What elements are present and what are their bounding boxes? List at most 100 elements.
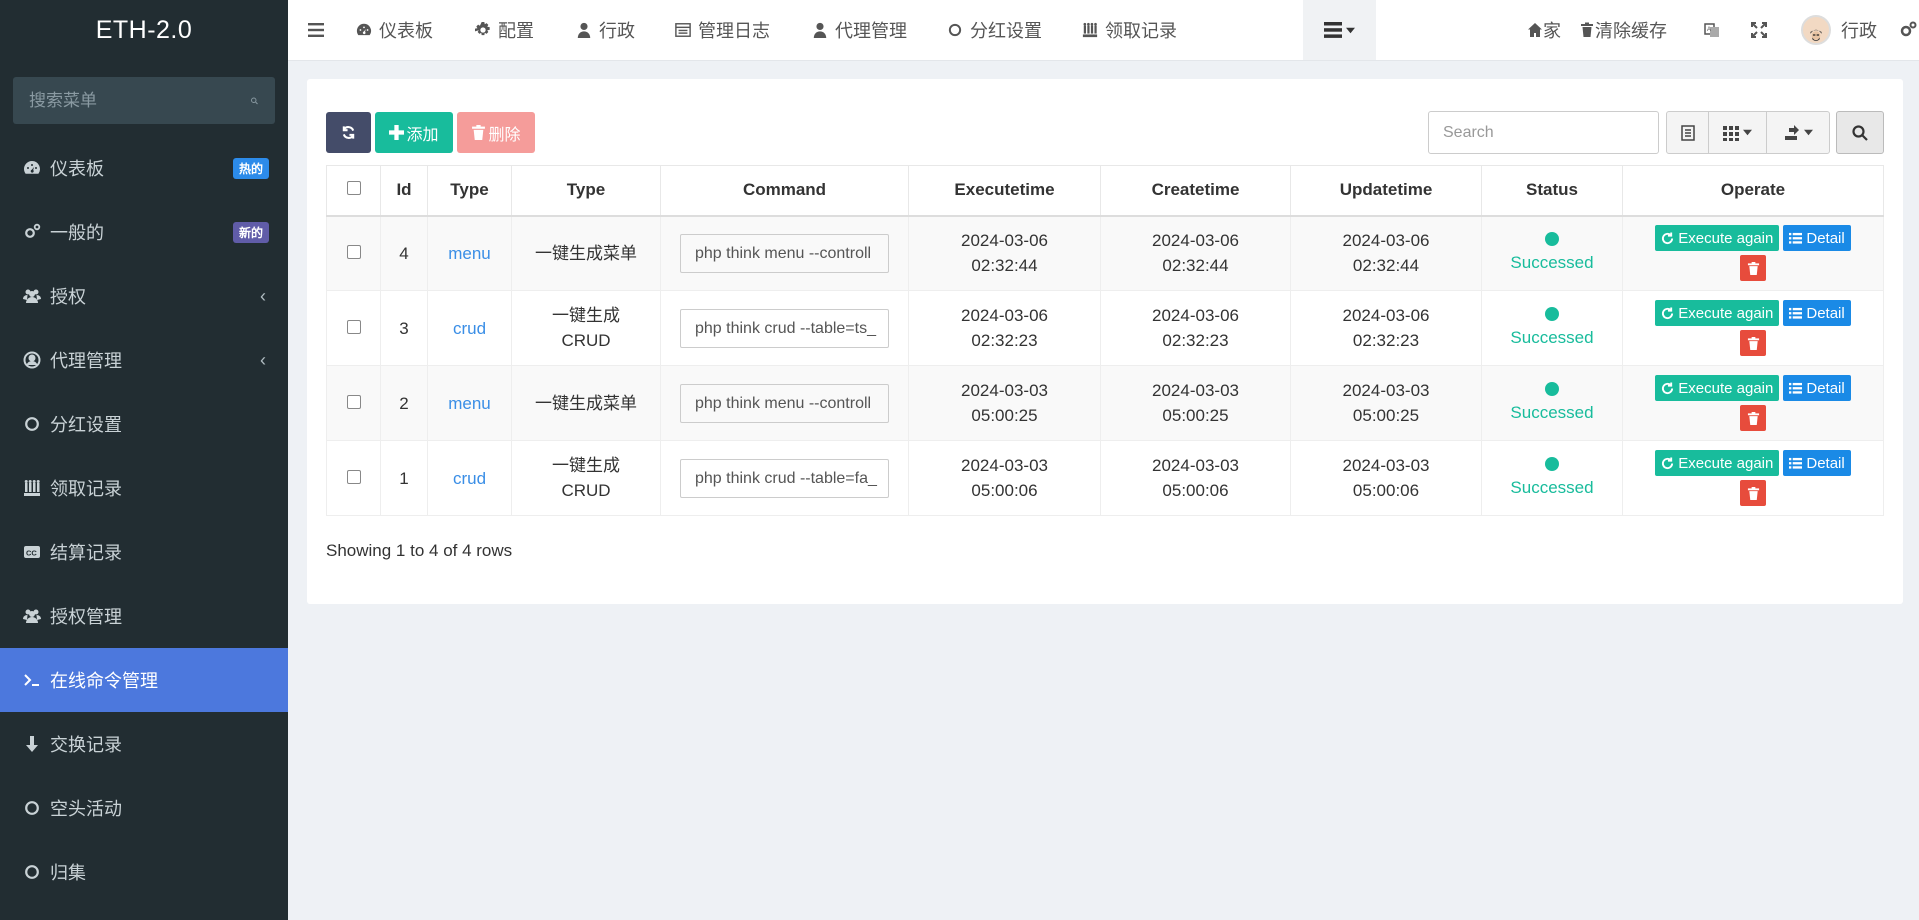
language-switch[interactable]: A	[1704, 0, 1720, 60]
topnav-item-5[interactable]: 分红设置	[947, 0, 1042, 60]
trash-icon	[1747, 486, 1760, 500]
col-createtime[interactable]: Createtime	[1100, 165, 1291, 217]
col-executetime[interactable]: Executetime	[908, 165, 1101, 217]
row-type-link[interactable]: crud	[453, 469, 486, 488]
sidebar-item-5[interactable]: 领取记录	[0, 456, 288, 520]
row-id: 1	[380, 440, 428, 516]
list-icon	[1789, 457, 1806, 470]
row-checkbox[interactable]	[346, 394, 361, 409]
sidebar-item-label: 交换记录	[50, 735, 122, 755]
sidebar-item-2[interactable]: 授权 ‹	[0, 264, 288, 328]
sidebar-item-3[interactable]: 代理管理 ‹	[0, 328, 288, 392]
row-delete-button[interactable]	[1740, 255, 1766, 282]
row-checkbox[interactable]	[346, 319, 361, 334]
more-nav-dropdown[interactable]	[1303, 0, 1376, 60]
row-type-link[interactable]: menu	[448, 244, 491, 263]
topnav-item-4[interactable]: 代理管理	[812, 0, 907, 60]
topnav-item-2[interactable]: 行政	[576, 0, 635, 60]
row-type-cell: crud	[427, 440, 512, 516]
table-row[interactable]: 2 menu 一键生成菜单 php think menu --controll 2024…	[326, 365, 1884, 441]
detail-button[interactable]: Detail	[1783, 375, 1851, 401]
row-command-field[interactable]: php think crud --table=fa_	[680, 458, 889, 498]
execute-again-button[interactable]: Execute again	[1655, 300, 1780, 326]
refresh-button[interactable]	[326, 112, 371, 153]
row-type-name: 一键生成菜单	[511, 215, 661, 291]
sidebar-item-0[interactable]: 仪表板 热的	[0, 136, 288, 200]
col-type[interactable]: Type	[427, 165, 512, 217]
sidebar-item-4[interactable]: 分红设置	[0, 392, 288, 456]
col-status[interactable]: Status	[1481, 165, 1623, 217]
sidebar-item-1[interactable]: 一般的 新的	[0, 200, 288, 264]
execute-again-button[interactable]: Execute again	[1655, 225, 1780, 252]
plus-icon	[389, 125, 405, 140]
row-checkbox[interactable]	[346, 469, 361, 484]
row-createtime: 2024-03-06 02:32:23	[1100, 290, 1291, 366]
col-type-name[interactable]: Type	[511, 165, 661, 217]
brand-logo[interactable]: ETH-2.0	[0, 0, 288, 60]
row-command-field[interactable]: php think crud --table=ts_	[680, 308, 889, 348]
execute-again-label: Execute again	[1678, 379, 1774, 397]
group-icon	[22, 478, 42, 498]
topnav-item-6[interactable]: 领取记录	[1082, 0, 1177, 60]
row-delete-button[interactable]	[1740, 330, 1766, 356]
table-row[interactable]: 1 crud 一键生成 CRUD php think crud --table=fa_ 2…	[326, 440, 1884, 516]
detail-button[interactable]: Detail	[1783, 300, 1851, 326]
search-icon[interactable]	[250, 92, 259, 110]
sidebar-item-label: 授权	[50, 287, 86, 307]
sidebar-item-6[interactable]: CC 结算记录	[0, 520, 288, 584]
sidebar-item-label: 一般的	[50, 223, 104, 243]
user-menu[interactable]: 行政	[1801, 0, 1877, 60]
detail-button[interactable]: Detail	[1783, 225, 1851, 252]
execute-again-button[interactable]: Execute again	[1655, 375, 1780, 401]
col-command[interactable]: Command	[660, 165, 909, 217]
sidebar-item-10[interactable]: 空头活动	[0, 776, 288, 840]
row-type-link[interactable]: crud	[453, 319, 486, 338]
columns-button[interactable]	[1709, 112, 1767, 153]
user-name: 行政	[1841, 21, 1877, 41]
execute-again-button[interactable]: Execute again	[1655, 450, 1780, 476]
arrow-down-icon	[22, 734, 42, 754]
home-link[interactable]: 家	[1527, 0, 1561, 60]
row-delete-button[interactable]	[1740, 405, 1766, 431]
sidebar-item-8[interactable]: 在线命令管理	[0, 648, 288, 712]
sidebar-search-input[interactable]	[29, 90, 250, 111]
status-dot-icon	[1545, 456, 1559, 471]
topnav-item-0[interactable]: 仪表板	[356, 0, 433, 60]
select-all-checkbox[interactable]	[346, 181, 361, 196]
clear-cache-button[interactable]: 清除缓存	[1579, 0, 1667, 60]
sidebar-item-label: 结算记录	[50, 543, 122, 563]
row-operations: Execute again Detail	[1648, 300, 1858, 356]
row-command-field[interactable]: php think menu --controll	[680, 233, 889, 273]
detail-button[interactable]: Detail	[1783, 450, 1851, 476]
sidebar-toggle-button[interactable]	[308, 0, 324, 60]
topnav-item-1[interactable]: 配置	[475, 0, 534, 60]
row-checkbox[interactable]	[346, 244, 361, 259]
delete-button[interactable]: 删除	[457, 112, 535, 153]
table-search-input[interactable]	[1428, 111, 1659, 154]
export-button[interactable]	[1767, 112, 1829, 153]
row-type-link[interactable]: menu	[448, 394, 491, 413]
trash-icon	[1747, 336, 1760, 350]
row-delete-button[interactable]	[1740, 480, 1766, 506]
topnav-item-3[interactable]: 管理日志	[675, 0, 770, 60]
sidebar-item-9[interactable]: 交换记录	[0, 712, 288, 776]
fullscreen-button[interactable]	[1751, 0, 1767, 60]
sidebar-item-7[interactable]: 授权管理	[0, 584, 288, 648]
execute-again-label: Execute again	[1678, 454, 1774, 472]
add-button[interactable]: 添加	[375, 112, 453, 153]
circle-icon	[22, 798, 42, 818]
row-command-field[interactable]: php think menu --controll	[680, 383, 889, 423]
status-text: Successed	[1510, 402, 1594, 422]
search-button[interactable]	[1836, 111, 1884, 154]
sidebar-item-11[interactable]: 归集	[0, 840, 288, 904]
table-row[interactable]: 3 crud 一键生成 CRUD php think crud --table=ts_ 2…	[326, 290, 1884, 366]
col-updatetime[interactable]: Updatetime	[1290, 165, 1482, 217]
toggle-view-button[interactable]	[1667, 112, 1709, 153]
home-icon	[1528, 23, 1542, 37]
settings-button[interactable]	[1899, 0, 1917, 60]
col-id[interactable]: Id	[380, 165, 428, 217]
menu-badge: 新的	[232, 221, 269, 243]
table-row[interactable]: 4 menu 一键生成菜单 php think menu --controll 2024…	[326, 215, 1884, 291]
trash-icon	[1747, 411, 1760, 425]
row-updatetime: 2024-03-06 02:32:44	[1290, 215, 1482, 291]
